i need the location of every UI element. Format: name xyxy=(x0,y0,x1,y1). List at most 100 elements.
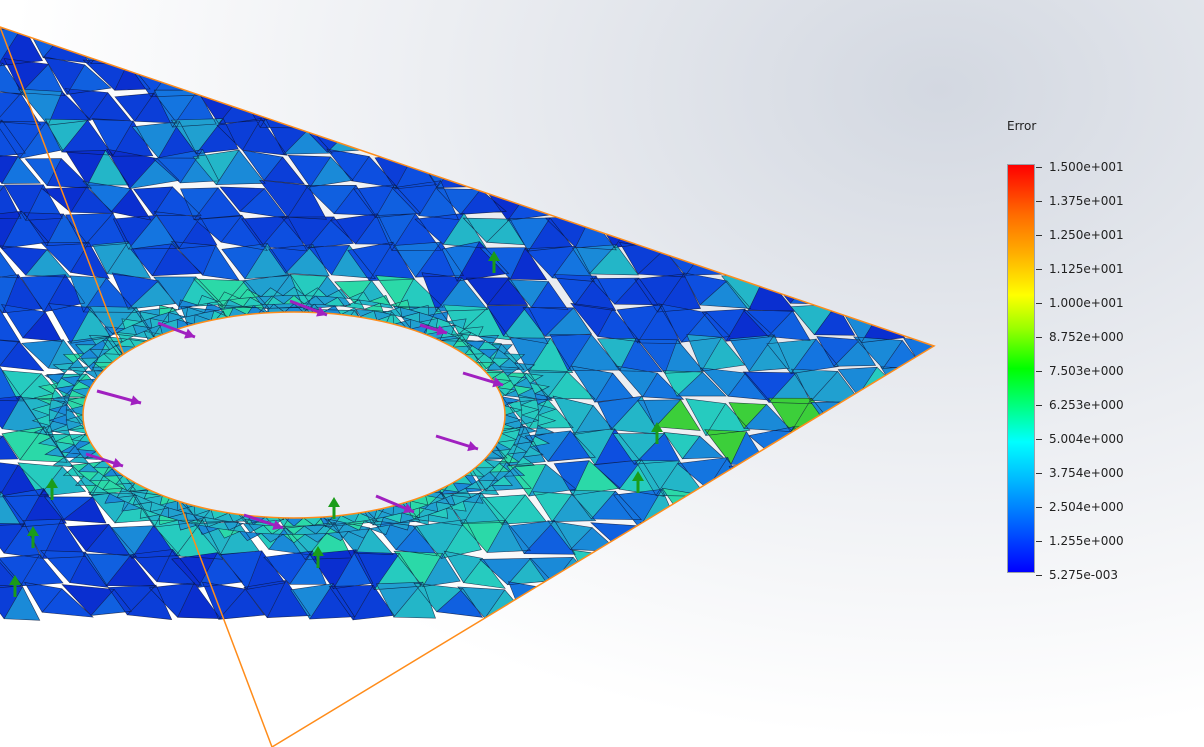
mesh-element xyxy=(986,60,1033,93)
mesh-element xyxy=(640,152,680,186)
mesh-element xyxy=(637,28,680,63)
mesh-element xyxy=(789,181,838,211)
mesh-element xyxy=(854,432,906,462)
mesh-element xyxy=(219,27,267,31)
mesh-element xyxy=(240,0,290,4)
mesh-element xyxy=(928,426,934,466)
mesh-element xyxy=(502,123,546,159)
mesh-element xyxy=(752,64,788,90)
mesh-element xyxy=(704,27,752,34)
mesh-element xyxy=(480,0,530,26)
legend-label: 2.504e+000 xyxy=(1049,500,1124,514)
mesh-element xyxy=(728,244,775,274)
mesh-element xyxy=(729,27,772,34)
mesh-element xyxy=(1011,59,1055,89)
legend-tick xyxy=(1036,269,1042,270)
mesh-element xyxy=(127,33,177,61)
mesh-element xyxy=(744,184,796,217)
mesh-element xyxy=(635,218,682,249)
mesh-element xyxy=(861,27,898,65)
mesh-element xyxy=(859,27,907,32)
mesh-element xyxy=(706,91,745,126)
graphics-viewport[interactable]: Error 1.500e+001 1.375e+001 1.250e+001 1.12… xyxy=(0,0,1204,747)
mesh-element xyxy=(303,95,349,126)
mesh-element xyxy=(903,426,934,467)
mesh-element xyxy=(860,211,898,248)
mesh-element xyxy=(572,0,612,4)
mesh-element xyxy=(111,33,151,61)
mesh-element xyxy=(0,0,44,27)
mesh-element xyxy=(857,523,906,554)
mesh-element xyxy=(790,27,838,28)
mesh-element xyxy=(657,152,701,186)
mesh-element xyxy=(416,27,458,33)
mesh-element xyxy=(354,59,400,94)
mesh-element xyxy=(857,460,901,496)
mesh-element xyxy=(639,62,679,95)
mesh-element xyxy=(745,490,794,523)
mesh-element xyxy=(547,27,590,31)
mesh-element xyxy=(942,31,990,61)
mesh-element xyxy=(1055,0,1103,4)
mesh-element xyxy=(858,121,905,159)
mesh-element xyxy=(875,426,928,467)
mesh-element xyxy=(613,60,658,95)
mesh-element xyxy=(972,0,1015,2)
mesh-element xyxy=(745,96,789,127)
mesh-element xyxy=(705,493,749,520)
mesh-element xyxy=(349,30,399,62)
mesh-element xyxy=(831,182,885,217)
mesh-element xyxy=(943,396,986,428)
mesh-element xyxy=(831,272,883,313)
mesh-element xyxy=(459,27,504,36)
color-legend[interactable]: Error 1.500e+001 1.375e+001 1.250e+001 1.12… xyxy=(1000,112,1200,592)
legend-tick xyxy=(1036,405,1042,406)
mesh-element xyxy=(839,212,876,244)
mesh-element xyxy=(348,118,396,151)
mesh-element xyxy=(547,151,597,185)
mesh-element xyxy=(876,401,927,434)
mesh-element xyxy=(611,121,665,153)
mesh-element xyxy=(699,185,750,216)
mesh-element xyxy=(576,0,619,26)
mesh-element xyxy=(878,63,923,91)
mesh-element xyxy=(615,551,660,582)
mesh-element xyxy=(545,120,599,157)
mesh-element xyxy=(770,215,810,243)
mesh-element xyxy=(947,337,992,372)
mesh-element xyxy=(906,89,934,119)
mesh-element xyxy=(796,0,832,1)
mesh-element xyxy=(769,125,811,153)
mesh-element xyxy=(618,92,658,126)
mesh-element xyxy=(902,126,934,153)
mesh-element xyxy=(596,27,635,30)
mesh-element xyxy=(243,27,286,35)
mesh-element xyxy=(392,27,441,33)
mesh-element xyxy=(790,459,836,495)
mesh-element xyxy=(880,158,928,185)
mesh-element xyxy=(639,88,685,127)
mesh-element xyxy=(774,522,817,558)
mesh-element xyxy=(752,118,790,153)
mesh-element xyxy=(655,587,708,617)
mesh-element xyxy=(480,57,526,96)
mesh-element xyxy=(307,57,352,94)
mesh-element xyxy=(686,558,722,587)
mesh-element xyxy=(750,580,796,617)
mesh-element xyxy=(919,466,934,491)
mesh-element xyxy=(1096,0,1143,5)
legend-tick xyxy=(1036,303,1042,304)
mesh-element xyxy=(656,125,701,153)
mesh-element xyxy=(901,63,934,92)
mesh-element xyxy=(417,33,460,67)
mesh-element xyxy=(902,218,934,244)
mesh-element xyxy=(334,64,374,95)
mesh-element xyxy=(551,32,590,63)
legend-tick xyxy=(1036,337,1042,338)
mesh-element xyxy=(662,0,707,3)
mesh-element xyxy=(727,155,770,190)
mesh-element xyxy=(726,493,767,521)
mesh-element xyxy=(860,182,899,220)
mesh-element xyxy=(373,59,421,97)
mesh-element xyxy=(616,0,663,4)
